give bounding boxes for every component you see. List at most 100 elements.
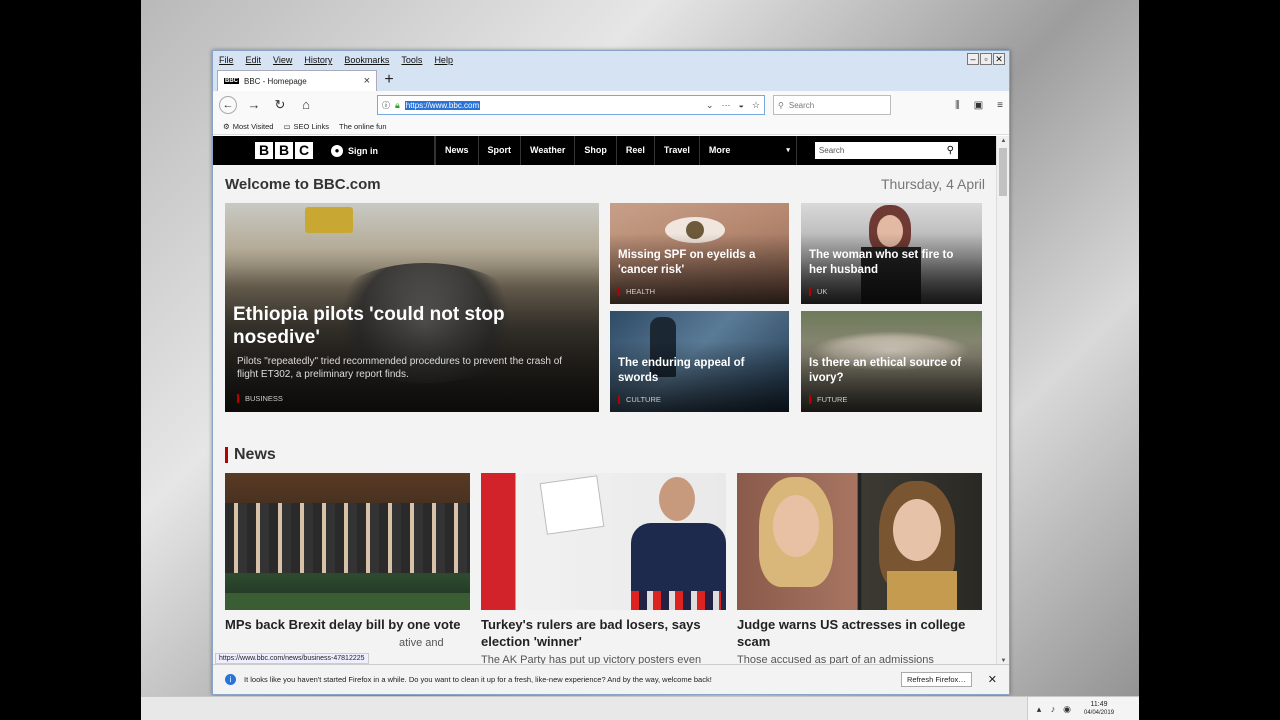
- toolbar-right: ⫼ ▣ ≡: [955, 100, 1003, 111]
- jacket-shape: [887, 571, 957, 610]
- menu-edit[interactable]: Edit: [246, 55, 262, 65]
- nav-reel[interactable]: Reel: [615, 136, 654, 165]
- bookmark-label: SEO Links: [293, 122, 329, 131]
- close-tab-icon[interactable]: ×: [364, 75, 370, 87]
- story-title: The woman who set fire to her husband: [809, 249, 954, 276]
- page-date: Thursday, 4 April: [880, 176, 985, 192]
- bookmark-label: Most Visited: [232, 122, 274, 131]
- bbc-logo[interactable]: B B C: [255, 142, 313, 159]
- new-tab-icon[interactable]: +: [377, 70, 401, 91]
- sidebar-icon[interactable]: ▣: [974, 100, 983, 111]
- nav-more[interactable]: More: [698, 136, 797, 165]
- crowd-shape: [225, 503, 470, 573]
- lock-icon: 🔒︎: [395, 99, 400, 110]
- news-image: [225, 473, 470, 610]
- menu-view[interactable]: View: [273, 55, 292, 65]
- notification-bar: i It looks like you haven't started Fire…: [213, 664, 1009, 694]
- tab-title: BBC - Homepage: [244, 76, 307, 86]
- scroll-thumb[interactable]: [999, 148, 1007, 196]
- search-icon: ⚲: [778, 100, 784, 110]
- reload-icon[interactable]: ↻: [271, 96, 289, 114]
- story-title: The enduring appeal of swords: [618, 357, 745, 384]
- tab-bbc-homepage[interactable]: BBC BBC - Homepage ×: [217, 70, 377, 91]
- menu-tools[interactable]: Tools: [401, 55, 422, 65]
- speaker-face-shape: [659, 477, 695, 521]
- menu-bookmarks[interactable]: Bookmarks: [344, 55, 389, 65]
- story-title: Missing SPF on eyelids a 'cancer risk': [618, 249, 756, 276]
- search-icon[interactable]: ⚲: [947, 145, 954, 156]
- news-title: Turkey's rulers are bad losers, says ele…: [481, 617, 701, 649]
- status-link-preview: https://www.bbc.com/news/business-478122…: [215, 653, 369, 664]
- maximize-icon[interactable]: ▫: [980, 53, 992, 65]
- forward-icon[interactable]: →: [245, 96, 263, 114]
- nav-weather[interactable]: Weather: [520, 136, 574, 165]
- gear-icon: ⚙: [223, 122, 230, 131]
- nav-shop[interactable]: Shop: [574, 136, 616, 165]
- story-tag: UK: [809, 287, 827, 296]
- library-icon[interactable]: ⫼: [955, 100, 960, 111]
- bbc-search-input[interactable]: Search ⚲: [814, 142, 958, 159]
- tray-arrow-icon[interactable]: ▴: [1034, 704, 1044, 714]
- story-tag: FUTURE: [809, 395, 847, 404]
- news-card[interactable]: Judge warns US actresses in college scam…: [737, 473, 982, 666]
- lead-story[interactable]: Ethiopia pilots 'could not stop nosedive…: [225, 203, 599, 412]
- story-tag: HEALTH: [618, 287, 655, 296]
- back-icon[interactable]: ←: [219, 96, 237, 114]
- bookmark-most-visited[interactable]: ⚙ Most Visited: [223, 122, 273, 131]
- clock-date: 04/04/2019: [1084, 710, 1115, 716]
- news-card[interactable]: Turkey's rulers are bad losers, says ele…: [481, 473, 726, 666]
- nav-sport[interactable]: Sport: [477, 136, 521, 165]
- bookmark-seo-links[interactable]: ▭ SEO Links: [283, 122, 329, 131]
- clock[interactable]: 11:49 04/04/2019: [1084, 700, 1114, 718]
- volume-icon[interactable]: ♪: [1048, 704, 1058, 714]
- bbc-search-placeholder: Search: [818, 146, 845, 155]
- chevron-down-icon[interactable]: ⌄: [706, 100, 714, 111]
- url-text[interactable]: https://www.bbc.com: [404, 100, 481, 110]
- bbc-favicon-icon: BBC: [224, 78, 239, 84]
- story-tag: CULTURE: [618, 395, 661, 404]
- story-card[interactable]: The woman who set fire to her husband UK: [801, 203, 982, 304]
- top-stories: Ethiopia pilots 'could not stop nosedive…: [213, 203, 997, 431]
- page-actions-icon[interactable]: ···: [721, 100, 730, 111]
- news-heading[interactable]: News: [225, 447, 985, 463]
- hamburger-menu-icon[interactable]: ≡: [997, 100, 1003, 111]
- home-icon[interactable]: ⌂: [297, 96, 315, 114]
- news-desc: ative and: [399, 637, 444, 649]
- story-card[interactable]: Missing SPF on eyelids a 'cancer risk' H…: [610, 203, 789, 304]
- taskbar: ▴ ♪ ◉ 11:49 04/04/2019: [141, 696, 1139, 720]
- story-title: Is there an ethical source of ivory?: [809, 357, 962, 384]
- system-tray: ▴ ♪ ◉ 11:49 04/04/2019: [1027, 697, 1139, 720]
- address-bar[interactable]: ⓘ 🔒︎ https://www.bbc.com ⌄ ··· ◒ ☆: [377, 95, 765, 115]
- info-icon[interactable]: ⓘ: [382, 100, 390, 111]
- lead-title: Ethiopia pilots 'could not stop nosedive…: [233, 304, 505, 348]
- bookmark-star-icon[interactable]: ☆: [752, 100, 760, 111]
- close-icon[interactable]: ✕: [988, 673, 997, 686]
- story-card[interactable]: The enduring appeal of swords CULTURE: [610, 311, 789, 412]
- menu-history[interactable]: History: [304, 55, 332, 65]
- bookmark-online-fun[interactable]: The online fun: [339, 122, 387, 131]
- sign-in-link[interactable]: ● Sign in: [329, 136, 435, 165]
- refresh-firefox-button[interactable]: Refresh Firefox…: [901, 672, 972, 687]
- pocket-icon[interactable]: ◒: [738, 100, 743, 111]
- search-placeholder: Search: [788, 100, 815, 110]
- menu-help[interactable]: Help: [434, 55, 453, 65]
- network-icon[interactable]: ◉: [1062, 704, 1072, 714]
- minimize-icon[interactable]: –: [967, 53, 979, 65]
- nav-travel[interactable]: Travel: [653, 136, 699, 165]
- navigation-toolbar: ← → ↻ ⌂ ⓘ 🔒︎ https://www.bbc.com ⌄ ··· ◒…: [213, 91, 1009, 119]
- nav-news[interactable]: News: [435, 136, 478, 165]
- close-window-icon[interactable]: ✕: [993, 53, 1005, 65]
- story-card[interactable]: Is there an ethical source of ivory? FUT…: [801, 311, 982, 412]
- bbc-nav-bar: B B C ● Sign in News Sport Weather Shop …: [213, 136, 997, 165]
- page-scrollbar[interactable]: ▲ ▼: [996, 136, 1009, 666]
- news-card[interactable]: MPs back Brexit delay bill by one vote a…: [225, 473, 470, 666]
- news-title: Judge warns US actresses in college scam: [737, 617, 966, 649]
- window-controls: – ▫ ✕: [967, 53, 1005, 65]
- search-input[interactable]: ⚲ Search: [773, 95, 891, 115]
- welcome-header: Welcome to BBC.com Thursday, 4 April: [213, 165, 997, 203]
- menu-file[interactable]: File: [219, 55, 234, 65]
- info-icon: i: [225, 674, 236, 685]
- scroll-up-icon[interactable]: ▲: [999, 138, 1008, 144]
- page-content: B B C ● Sign in News Sport Weather Shop …: [213, 136, 997, 666]
- news-title: MPs back Brexit delay bill by one vote: [225, 617, 461, 632]
